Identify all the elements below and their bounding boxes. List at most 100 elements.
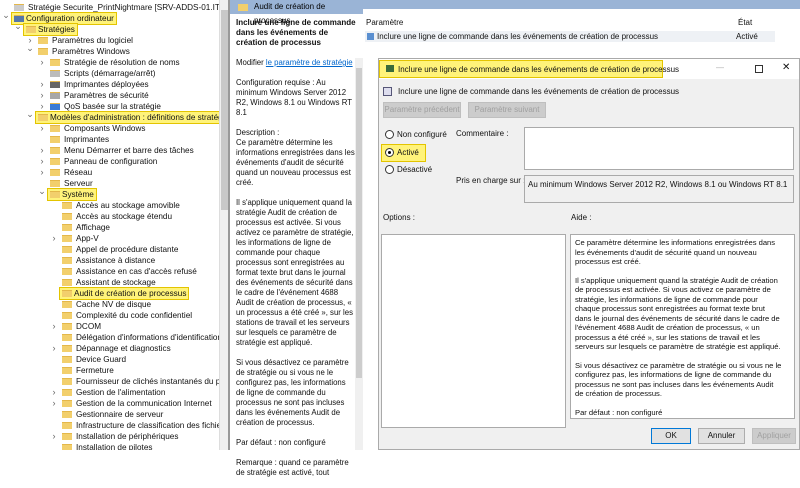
tree-item-label: Serveur [64, 179, 93, 188]
tree-item-label: Stratégie Securite_PrintNightmare [SRV-A… [28, 3, 219, 12]
policy-tree[interactable]: Stratégie Securite_PrintNightmare [SRV-A… [0, 0, 219, 450]
tree-item[interactable]: Infrastructure de classification des fic… [0, 420, 219, 431]
chevron-right-icon[interactable]: › [50, 321, 58, 332]
column-header-state[interactable]: État [738, 18, 752, 27]
tree-item[interactable]: › Panneau de configuration [0, 156, 219, 167]
tree-item-label: Panneau de configuration [64, 157, 158, 166]
chevron-right-icon[interactable]: › [50, 387, 58, 398]
minimize-button[interactable]: — [716, 63, 724, 72]
tree-scrollbar[interactable] [219, 0, 228, 450]
chevron-right-icon[interactable]: › [38, 57, 46, 68]
folder-icon [62, 290, 72, 297]
chevron-right-icon[interactable]: › [38, 90, 46, 101]
folder-icon [62, 378, 72, 385]
radio-enabled[interactable]: Activé [381, 144, 426, 162]
tree-item[interactable]: › Menu Démarrer et barre des tâches [0, 145, 219, 156]
tree-item[interactable]: Cache NV de disque [0, 299, 219, 310]
tree-item[interactable]: Serveur [0, 178, 219, 189]
tree-item[interactable]: Assistance à distance [0, 255, 219, 266]
description-scrollbar[interactable] [355, 58, 363, 450]
tree-item[interactable]: › Stratégie de résolution de noms [0, 57, 219, 68]
tree-item[interactable]: ⌄ Système [0, 186, 219, 201]
tree-item-label: Audit de création de processus [58, 287, 190, 300]
close-button[interactable]: ✕ [782, 62, 790, 73]
chevron-right-icon[interactable]: › [38, 123, 46, 134]
tree-item[interactable]: › Composants Windows [0, 123, 219, 134]
maximize-button[interactable] [755, 65, 763, 73]
column-header-parameter[interactable]: Paramètre [366, 18, 403, 27]
tree-item[interactable]: Scripts (démarrage/arrêt) [0, 68, 219, 79]
chevron-right-icon[interactable]: › [50, 398, 58, 409]
tree-item[interactable]: Accès au stockage amovible [0, 200, 219, 211]
tree-item[interactable]: › Paramètres de sécurité [0, 90, 219, 101]
folder-icon [238, 4, 248, 11]
tree-item[interactable]: › App-V [0, 233, 219, 244]
chevron-right-icon[interactable]: › [38, 101, 46, 112]
radio-circle[interactable] [385, 148, 394, 157]
radio-disabled[interactable]: Désactivé [384, 164, 432, 175]
tree-item[interactable]: Installation de pilotes [0, 442, 219, 450]
chevron-down-icon[interactable]: ⌄ [2, 10, 10, 21]
chevron-right-icon[interactable]: › [38, 79, 46, 90]
chevron-down-icon[interactable]: ⌄ [26, 43, 34, 54]
table-row[interactable]: Inclure une ligne de commande dans les é… [365, 31, 775, 42]
chevron-down-icon[interactable]: ⌄ [26, 109, 34, 120]
comment-textarea[interactable] [524, 127, 794, 170]
folder-icon [62, 301, 72, 308]
tree-item-label: Assistant de stockage [76, 278, 156, 287]
chevron-right-icon[interactable]: › [38, 145, 46, 156]
tree-item[interactable]: Gestionnaire de serveur [0, 409, 219, 420]
tree-item-label: Affichage [76, 223, 110, 232]
scrollbar-thumb[interactable] [356, 68, 362, 378]
edit-policy-link[interactable]: le paramètre de stratégie [266, 58, 353, 67]
tree-item[interactable]: › Gestion de l'alimentation [0, 387, 219, 398]
scrollbar-thumb[interactable] [221, 10, 228, 210]
tree-item[interactable]: Assistance en cas d'accès refusé [0, 266, 219, 277]
folder-icon [62, 444, 72, 450]
tree-item-label: Dépannage et diagnostics [76, 344, 171, 353]
tree-item[interactable]: Affichage [0, 222, 219, 233]
folder-icon [38, 114, 48, 121]
chevron-right-icon[interactable]: › [38, 156, 46, 167]
tree-item[interactable]: Délégation d'informations d'identificati… [0, 332, 219, 343]
tree-item[interactable]: Device Guard [0, 354, 219, 365]
ok-button[interactable]: OK [651, 428, 691, 444]
folder-icon [62, 257, 72, 264]
folder-icon [62, 433, 72, 440]
tree-item[interactable]: › Installation de périphériques [0, 431, 219, 442]
tree-item-label: Paramètres du logiciel [52, 36, 134, 45]
tree-item[interactable]: › Dépannage et diagnostics [0, 343, 219, 354]
tree-item[interactable]: › DCOM [0, 321, 219, 332]
tree-item[interactable]: ⌄ Stratégies [0, 21, 219, 36]
radio-circle[interactable] [385, 130, 394, 139]
tree-item[interactable]: Audit de création de processus [0, 287, 219, 300]
tree-item[interactable]: Appel de procédure distante [0, 244, 219, 255]
cancel-button[interactable]: Annuler [698, 428, 745, 444]
chevron-right-icon[interactable]: › [50, 431, 58, 442]
tree-item[interactable]: Complexité du code confidentiel [0, 310, 219, 321]
folder-icon [62, 389, 72, 396]
chevron-down-icon[interactable]: ⌄ [14, 21, 22, 32]
tree-item[interactable]: › Imprimantes déployées [0, 79, 219, 90]
policy-dialog: Inclure une ligne de commande dans les é… [378, 58, 800, 450]
chevron-right-icon[interactable]: › [38, 167, 46, 178]
chevron-down-icon[interactable]: ⌄ [38, 186, 46, 197]
list-header-bar [363, 0, 800, 9]
folder-icon [50, 125, 60, 132]
tree-item[interactable]: ⌄ Configuration ordinateur [0, 10, 219, 25]
tree-item[interactable]: Accès au stockage étendu [0, 211, 219, 222]
tree-item[interactable]: ⌄ Modèles d'administration : définitions … [0, 109, 219, 124]
tree-item-label: Réseau [64, 168, 93, 177]
tree-item[interactable]: Assistant de stockage [0, 277, 219, 288]
tree-item[interactable]: ⌄ Paramètres Windows [0, 43, 219, 57]
radio-circle[interactable] [385, 165, 394, 174]
chevron-right-icon[interactable]: › [50, 233, 58, 244]
tree-item[interactable]: Imprimantes [0, 134, 219, 145]
tree-item[interactable]: › Gestion de la communication Internet [0, 398, 219, 409]
radio-not-configured[interactable]: Non configuré [384, 129, 447, 140]
tree-item[interactable]: › Réseau [0, 167, 219, 178]
tree-item[interactable]: Fournisseur de clichés instantanés du pa… [0, 376, 219, 387]
chevron-right-icon[interactable]: › [50, 343, 58, 354]
tree-item[interactable]: Fermeture [0, 365, 219, 376]
tree-item[interactable]: Stratégie Securite_PrintNightmare [SRV-A… [0, 2, 219, 13]
